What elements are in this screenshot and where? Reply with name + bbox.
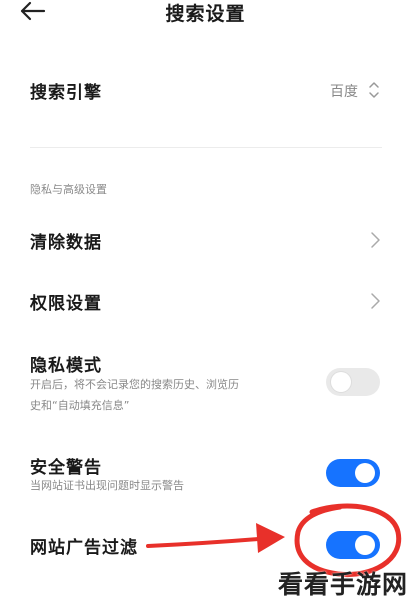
ad-filter-label: 网站广告过滤: [30, 538, 138, 558]
section-title-privacy: 隐私与高级设置: [30, 183, 107, 196]
permissions-row[interactable]: 权限设置: [0, 281, 411, 321]
clear-data-row[interactable]: 清除数据: [0, 220, 411, 260]
watermark-text: 看看手游网: [278, 570, 409, 599]
private-mode-label: 隐私模式: [30, 356, 102, 376]
permissions-label: 权限设置: [30, 294, 102, 314]
safety-warning-row: 安全警告 当网站证书出现问题时显示警告: [0, 448, 411, 498]
search-engine-label: 搜索引擎: [30, 83, 102, 103]
safety-warning-desc: 当网站证书出现问题时显示警告: [30, 479, 184, 492]
safety-warning-toggle[interactable]: [326, 459, 380, 487]
toggle-knob: [355, 535, 375, 555]
clear-data-label: 清除数据: [30, 233, 102, 253]
page-title: 搜索设置: [165, 3, 246, 25]
updown-chevron-icon: [369, 82, 379, 98]
chevron-right-icon: [371, 293, 380, 309]
search-engine-value: 百度: [330, 84, 358, 100]
private-mode-desc-line2: 史和“自动填充信息”: [30, 399, 130, 412]
private-mode-desc-line1: 开启后，将不会记录您的搜索历史、浏览历: [30, 378, 239, 391]
toggle-knob: [355, 463, 375, 483]
search-engine-row[interactable]: 搜索引擎 百度: [0, 64, 411, 116]
private-mode-toggle[interactable]: [326, 368, 380, 396]
chevron-right-icon: [371, 232, 380, 248]
private-mode-row: 隐私模式 开启后，将不会记录您的搜索历史、浏览历 史和“自动填充信息”: [0, 345, 411, 420]
divider: [30, 147, 382, 148]
ad-filter-toggle[interactable]: [326, 531, 380, 559]
ad-filter-row: 网站广告过滤: [0, 520, 411, 570]
toggle-knob: [331, 372, 351, 392]
